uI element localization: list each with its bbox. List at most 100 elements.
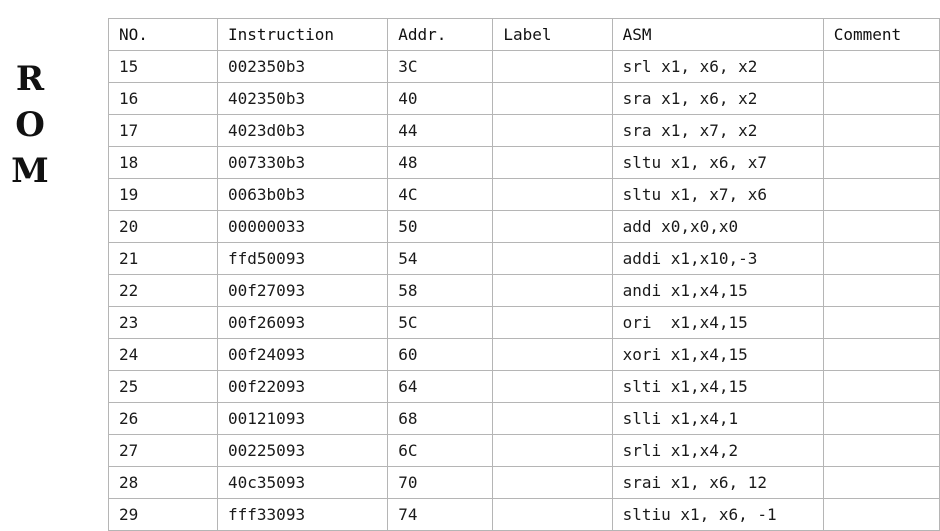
cell-instruction: ffd50093	[217, 242, 389, 275]
cell-no: 26	[107, 402, 219, 435]
table-row: 17 4023d0b3 44 sra x1, x7, x2	[107, 114, 940, 147]
cell-label	[492, 274, 613, 307]
cell-asm: ori x1,x4,15	[611, 306, 824, 339]
header-addr: Addr.	[387, 18, 494, 51]
rom-title-letter-r: R	[15, 59, 45, 99]
cell-addr: 54	[387, 242, 494, 275]
cell-asm: sra x1, x6, x2	[611, 82, 824, 115]
cell-comment	[822, 498, 940, 531]
cell-no: 23	[107, 306, 219, 339]
header-no: NO.	[107, 18, 219, 51]
cell-comment	[822, 306, 940, 339]
cell-asm: sltu x1, x6, x7	[611, 146, 824, 179]
cell-addr: 48	[387, 146, 494, 179]
table-row: 18 007330b3 48 sltu x1, x6, x7	[107, 146, 940, 179]
cell-label	[492, 82, 613, 115]
rom-instruction-table: NO. Instruction Addr. Label ASM Comment …	[107, 18, 940, 531]
cell-no: 28	[107, 466, 219, 499]
cell-asm: sltiu x1, x6, -1	[611, 498, 824, 531]
cell-asm: slli x1,x4,1	[611, 402, 824, 435]
cell-addr: 60	[387, 338, 494, 371]
cell-instruction: 00f27093	[217, 274, 389, 307]
header-label: Label	[492, 18, 613, 51]
header-comment: Comment	[822, 18, 940, 51]
cell-label	[492, 370, 613, 403]
cell-instruction: 002350b3	[217, 50, 389, 83]
cell-comment	[822, 242, 940, 275]
cell-no: 25	[107, 370, 219, 403]
table-row: 15 002350b3 3C srl x1, x6, x2	[107, 50, 940, 83]
cell-instruction: 00f22093	[217, 370, 389, 403]
cell-asm: andi x1,x4,15	[611, 274, 824, 307]
cell-asm: srli x1,x4,2	[611, 434, 824, 467]
cell-comment	[822, 114, 940, 147]
table-row: 22 00f27093 58 andi x1,x4,15	[107, 274, 940, 307]
cell-label	[492, 210, 613, 243]
cell-asm: srai x1, x6, 12	[611, 466, 824, 499]
cell-no: 27	[107, 434, 219, 467]
cell-instruction: 402350b3	[217, 82, 389, 115]
table-row: 21 ffd50093 54 addi x1,x10,-3	[107, 242, 940, 275]
table-row: 24 00f24093 60 xori x1,x4,15	[107, 338, 940, 371]
cell-addr: 50	[387, 210, 494, 243]
cell-instruction: 40c35093	[217, 466, 389, 499]
table-row: 20 00000033 50 add x0,x0,x0	[107, 210, 940, 243]
table-row: 16 402350b3 40 sra x1, x6, x2	[107, 82, 940, 115]
cell-instruction: 00f26093	[217, 306, 389, 339]
cell-label	[492, 146, 613, 179]
header-instruction: Instruction	[217, 18, 389, 51]
cell-instruction: 007330b3	[217, 146, 389, 179]
cell-comment	[822, 338, 940, 371]
cell-label	[492, 338, 613, 371]
cell-addr: 3C	[387, 50, 494, 83]
cell-no: 19	[107, 178, 219, 211]
cell-label	[492, 402, 613, 435]
cell-comment	[822, 146, 940, 179]
cell-asm: addi x1,x10,-3	[611, 242, 824, 275]
cell-instruction: 00121093	[217, 402, 389, 435]
table-row: 28 40c35093 70 srai x1, x6, 12	[107, 466, 940, 499]
cell-comment	[822, 434, 940, 467]
cell-instruction: 4023d0b3	[217, 114, 389, 147]
cell-addr: 6C	[387, 434, 494, 467]
table-row: 25 00f22093 64 slti x1,x4,15	[107, 370, 940, 403]
cell-asm: srl x1, x6, x2	[611, 50, 824, 83]
cell-no: 20	[107, 210, 219, 243]
cell-comment	[822, 402, 940, 435]
rom-vertical-title: R O M	[8, 56, 52, 194]
table-row: 27 00225093 6C srli x1,x4,2	[107, 434, 940, 467]
cell-comment	[822, 370, 940, 403]
cell-no: 17	[107, 114, 219, 147]
cell-comment	[822, 466, 940, 499]
header-asm: ASM	[611, 18, 824, 51]
cell-addr: 40	[387, 82, 494, 115]
cell-no: 18	[107, 146, 219, 179]
cell-comment	[822, 82, 940, 115]
cell-no: 16	[107, 82, 219, 115]
cell-comment	[822, 274, 940, 307]
cell-addr: 58	[387, 274, 494, 307]
cell-comment	[822, 210, 940, 243]
table-body: 15 002350b3 3C srl x1, x6, x2 16 402350b3 40 sr…	[107, 50, 940, 531]
cell-label	[492, 498, 613, 531]
cell-asm: add x0,x0,x0	[611, 210, 824, 243]
cell-label	[492, 434, 613, 467]
cell-instruction: 00f24093	[217, 338, 389, 371]
cell-comment	[822, 50, 940, 83]
cell-addr: 44	[387, 114, 494, 147]
cell-asm: sra x1, x7, x2	[611, 114, 824, 147]
rom-title-letter-m: M	[11, 151, 49, 191]
cell-addr: 68	[387, 402, 494, 435]
cell-instruction: 0063b0b3	[217, 178, 389, 211]
cell-label	[492, 178, 613, 211]
cell-label	[492, 466, 613, 499]
cell-addr: 70	[387, 466, 494, 499]
cell-asm: xori x1,x4,15	[611, 338, 824, 371]
cell-addr: 64	[387, 370, 494, 403]
cell-no: 21	[107, 242, 219, 275]
cell-instruction: fff33093	[217, 498, 389, 531]
cell-no: 22	[107, 274, 219, 307]
cell-asm: sltu x1, x7, x6	[611, 178, 824, 211]
cell-label	[492, 114, 613, 147]
cell-addr: 74	[387, 498, 494, 531]
